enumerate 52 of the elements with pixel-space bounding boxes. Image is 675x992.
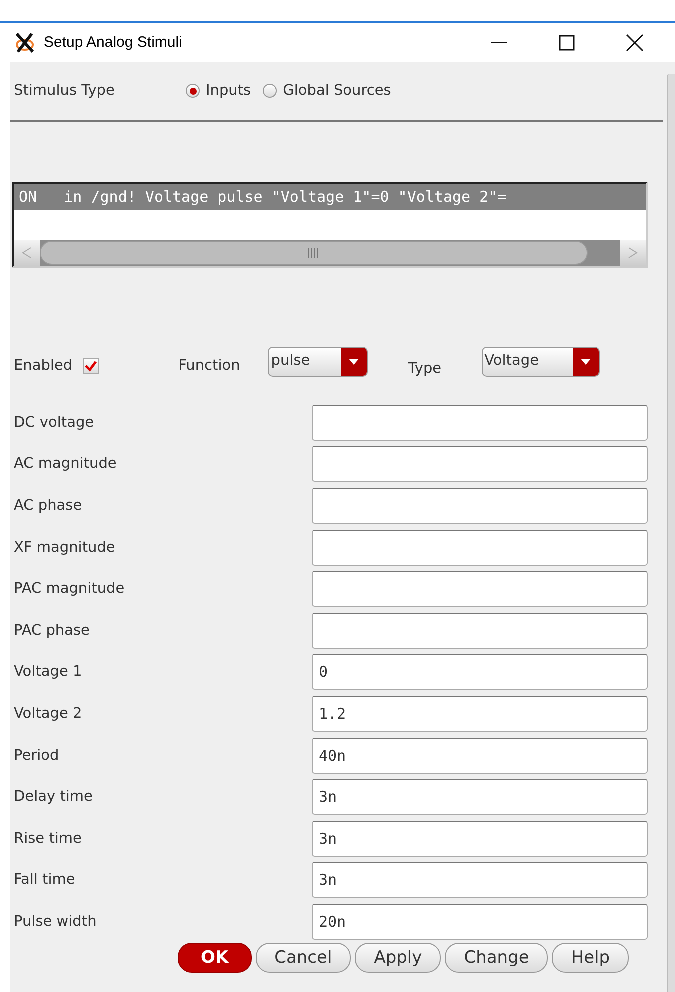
dialog-button[interactable]: Cancel — [256, 942, 352, 973]
type-label: Type — [408, 361, 442, 377]
field-label: XF magnitude — [14, 540, 116, 556]
field-label: AC magnitude — [14, 456, 118, 472]
field-label: DC voltage — [14, 414, 96, 431]
type-dropdown[interactable]: Voltage — [482, 347, 600, 377]
field-label: PAC phase — [14, 622, 91, 639]
input-field[interactable] — [312, 612, 648, 649]
radio-label[interactable]: Inputs — [206, 83, 252, 99]
field-label: Voltage 1 — [14, 664, 84, 680]
radio-button[interactable] — [263, 84, 278, 98]
minimize-icon[interactable] — [491, 42, 507, 44]
field-label: Voltage 2 — [14, 706, 84, 722]
function-label: Function — [178, 358, 240, 374]
input-field[interactable]: 40n — [312, 738, 648, 774]
field-label: PAC magnitude — [14, 581, 126, 598]
enabled-label: Enabled — [14, 358, 73, 374]
caret-icon — [349, 359, 360, 365]
field-label: Fall time — [14, 872, 76, 888]
radio-button[interactable] — [186, 84, 200, 98]
function-dropdown[interactable]: pulse — [268, 347, 368, 377]
input-field[interactable] — [312, 446, 648, 482]
window-title: Setup Analog Stimuli — [44, 34, 184, 51]
input-field[interactable] — [312, 404, 648, 441]
field-label: AC phase — [14, 498, 84, 514]
dialog-button[interactable]: Change — [445, 942, 548, 973]
input-field[interactable]: 3n — [312, 820, 648, 857]
radio-label[interactable]: Global Sources — [283, 83, 392, 99]
input-field[interactable]: 0 — [312, 654, 648, 690]
input-field[interactable] — [312, 488, 648, 524]
dialog-button[interactable]: Apply — [355, 942, 442, 973]
input-field[interactable]: 20n — [312, 904, 648, 940]
grip-icon — [308, 248, 320, 258]
list-row[interactable]: ON in /gnd! Voltage pulse "Voltage 1"=0 "Voltage 2"= — [14, 184, 646, 210]
input-field[interactable] — [312, 571, 648, 608]
dialog-button[interactable]: OK — [178, 942, 252, 973]
input-field[interactable]: 3n — [312, 862, 648, 898]
field-label: Rise time — [14, 830, 83, 847]
dialog-button[interactable]: Help — [552, 942, 630, 973]
scrollbar[interactable] — [667, 74, 675, 992]
input-field[interactable]: 1.2 — [312, 696, 648, 732]
close-icon[interactable] — [626, 34, 644, 52]
enabled-checkbox[interactable] — [82, 358, 99, 374]
stimulus-type-label: Stimulus Type — [14, 83, 116, 99]
input-field[interactable]: 3n — [312, 779, 648, 816]
caret-icon — [580, 359, 591, 365]
field-label: Delay time — [14, 789, 94, 806]
input-field[interactable] — [312, 530, 648, 566]
field-label: Pulse width — [14, 914, 98, 930]
field-label: Period — [14, 748, 60, 764]
maximize-icon[interactable] — [559, 34, 575, 50]
app-logo-icon — [14, 32, 36, 54]
